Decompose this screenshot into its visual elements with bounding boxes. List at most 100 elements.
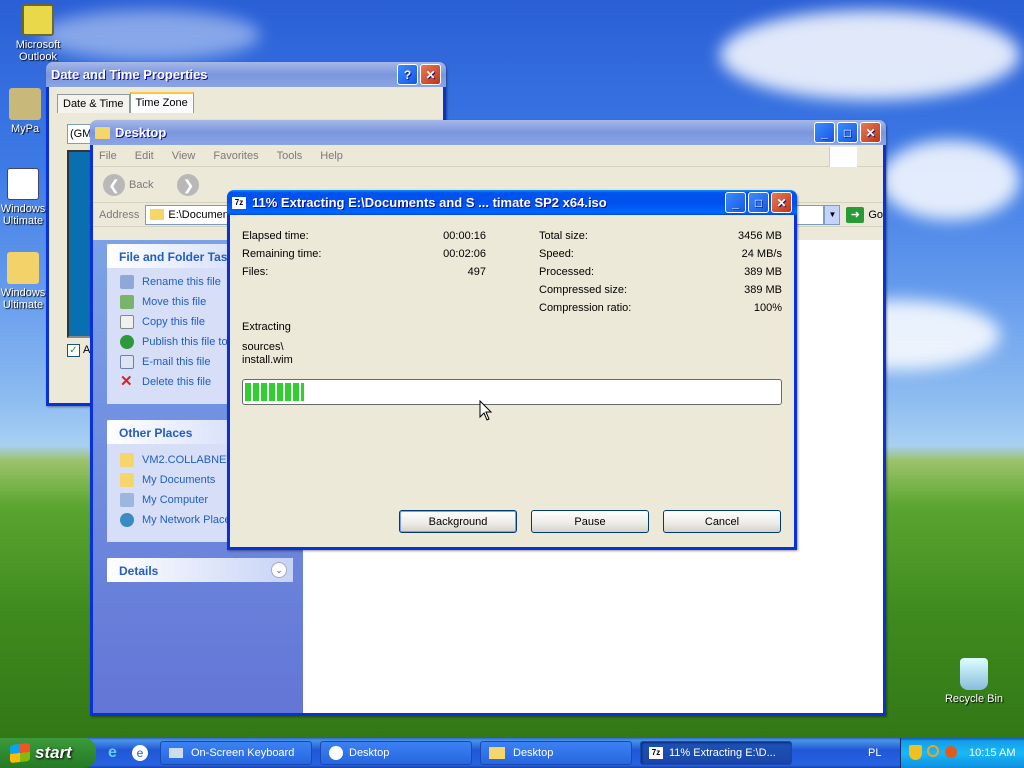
cloud	[880, 140, 1020, 220]
extract-dialog: 7z 11% Extracting E:\Documents and S ...…	[227, 190, 797, 550]
ie-icon	[329, 746, 343, 760]
task-on-screen-keyboard[interactable]: On-Screen Keyboard	[160, 741, 312, 765]
desktop-icon-mypc[interactable]: MyPa	[0, 88, 50, 135]
task-desktop-folder[interactable]: Desktop	[480, 741, 632, 765]
place-label: VM2.COLLABNET	[142, 454, 234, 466]
folder-icon	[95, 126, 110, 139]
speed-value: 24 MB/s	[741, 248, 782, 260]
mypc-icon	[9, 88, 41, 120]
language-indicator[interactable]: PL	[868, 747, 881, 759]
7zip-icon: 7z	[649, 747, 663, 759]
dst-checkbox[interactable]: ✓	[67, 344, 80, 357]
extract-titlebar[interactable]: 7z 11% Extracting E:\Documents and S ...…	[227, 190, 797, 215]
background-button[interactable]: Background	[399, 510, 517, 533]
task-label: Desktop	[513, 747, 554, 759]
desktop-icon-label: Recycle Bin	[944, 693, 1004, 705]
cloud	[40, 10, 260, 60]
back-arrow-icon[interactable]: ❮	[103, 173, 125, 196]
mouse-cursor-icon	[479, 400, 493, 421]
cloud	[720, 10, 1020, 100]
status-text: Extracting	[242, 321, 291, 333]
place-label: My Computer	[142, 494, 209, 506]
desktop-icon-label: Windows Ultimate	[0, 203, 46, 227]
task-label: Desktop	[349, 747, 390, 759]
task-label: 11% Extracting E:\D...	[669, 747, 776, 759]
task-label: On-Screen Keyboard	[191, 747, 295, 759]
clock: 10:15 AM	[969, 747, 1016, 759]
chevron-down-icon[interactable]: ⌄	[271, 562, 287, 578]
details-panel: Details ⌄	[107, 558, 293, 582]
copy-icon	[120, 315, 134, 329]
cancel-button[interactable]: Cancel	[663, 510, 781, 533]
tab-time-zone[interactable]: Time Zone	[129, 92, 194, 113]
explorer-title: Desktop	[115, 125, 167, 140]
tab-date-time[interactable]: Date & Time	[57, 94, 130, 113]
files-label: Files:	[242, 266, 269, 278]
my-documents-icon	[120, 473, 134, 487]
system-tray: 10:15 AM	[900, 738, 1024, 768]
close-button[interactable]: ✕	[420, 64, 441, 85]
datetime-tabs: Date & Time Time Zone	[57, 92, 194, 113]
desktop-icon-windows-ultimate[interactable]: Windows Ultimate	[0, 168, 46, 227]
menu-help[interactable]: Help	[320, 150, 343, 162]
close-button[interactable]: ✕	[860, 122, 881, 143]
total-size-label: Total size:	[539, 230, 588, 242]
maximize-button[interactable]: □	[748, 192, 769, 213]
explorer-menubar: File Edit View Favorites Tools Help	[93, 145, 883, 167]
folder-icon	[489, 747, 505, 759]
go-arrow-icon[interactable]: ➜	[846, 206, 865, 223]
panel-title[interactable]: Details	[107, 558, 293, 582]
place-label: My Network Places	[142, 514, 237, 526]
desktop-icon-windows-folder[interactable]: Windows Ultimate	[0, 252, 46, 311]
processed-label: Processed:	[539, 266, 595, 278]
folder-icon	[120, 453, 134, 467]
desktop-icon-outlook[interactable]: Microsoft Outlook	[6, 4, 70, 63]
menu-edit[interactable]: Edit	[135, 150, 154, 162]
compressed-size-value: 389 MB	[744, 284, 782, 296]
delete-x-icon: ✕	[120, 373, 133, 390]
taskbar: start e e On-Screen Keyboard Desktop Des…	[0, 738, 1024, 768]
start-button[interactable]: start	[0, 738, 96, 768]
folder-icon	[7, 252, 39, 284]
desktop-icon-recycle-bin[interactable]: Recycle Bin	[942, 658, 1006, 705]
menu-tools[interactable]: Tools	[277, 150, 303, 162]
task-desktop-ie[interactable]: Desktop	[320, 741, 472, 765]
maximize-button[interactable]: □	[837, 122, 858, 143]
compression-ratio-label: Compression ratio:	[539, 302, 632, 314]
desktop-icon-label: Microsoft Outlook	[15, 39, 61, 63]
my-computer-icon	[120, 493, 134, 507]
progress-fill	[245, 383, 304, 401]
close-button[interactable]: ✕	[771, 192, 792, 213]
desktop-icon-label: Windows Ultimate	[0, 287, 46, 311]
7zip-icon: 7z	[232, 196, 246, 209]
network-tray-icon[interactable]	[945, 746, 957, 758]
email-file-label: E-mail this file	[142, 356, 211, 368]
menu-file[interactable]: File	[99, 150, 117, 162]
ie-quicklaunch-icon[interactable]: e	[108, 745, 124, 761]
datetime-title: Date and Time Properties	[51, 67, 208, 82]
back-button-label[interactable]: Back	[129, 179, 153, 191]
ie2-quicklaunch-icon[interactable]: e	[132, 745, 148, 761]
forward-arrow-icon[interactable]: ❯	[177, 173, 200, 196]
rename-icon	[120, 275, 134, 289]
remaining-time-value: 00:02:06	[443, 248, 486, 260]
go-button-label[interactable]: Go	[868, 209, 883, 221]
pause-button[interactable]: Pause	[531, 510, 649, 533]
search-icon[interactable]	[927, 745, 939, 757]
explorer-titlebar[interactable]: Desktop _ □ ✕	[90, 120, 886, 145]
minimize-button[interactable]: _	[814, 122, 835, 143]
menu-favorites[interactable]: Favorites	[213, 150, 258, 162]
task-7zip-extracting[interactable]: 7z 11% Extracting E:\D...	[640, 741, 792, 765]
help-button[interactable]: ?	[397, 64, 418, 85]
folder-icon	[150, 209, 165, 220]
compression-ratio-value: 100%	[753, 302, 782, 314]
network-icon	[120, 513, 134, 527]
start-label: start	[35, 743, 72, 762]
menu-view[interactable]: View	[172, 150, 196, 162]
datetime-titlebar[interactable]: Date and Time Properties ? ✕	[46, 62, 446, 87]
minimize-button[interactable]: _	[725, 192, 746, 213]
dropdown-arrow-icon[interactable]: ▼	[824, 204, 841, 225]
windows-ultimate-icon	[7, 168, 39, 200]
security-shield-icon[interactable]	[909, 745, 922, 760]
email-icon	[120, 355, 134, 369]
